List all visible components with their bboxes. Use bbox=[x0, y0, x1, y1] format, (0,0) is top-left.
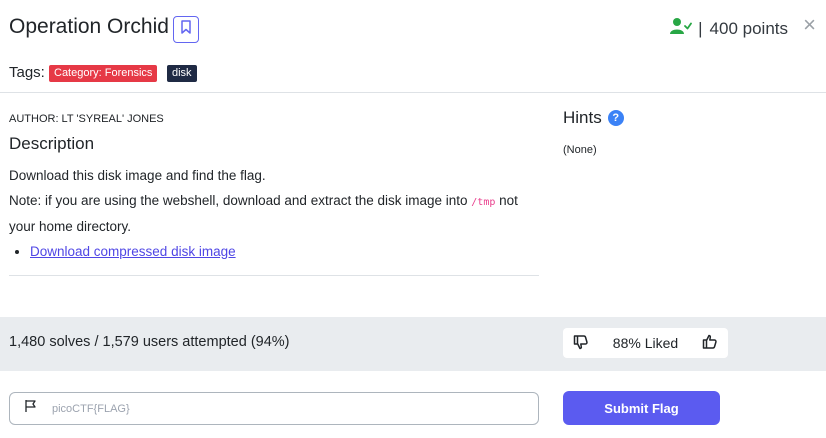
hints-content: (None) bbox=[563, 144, 597, 156]
list-item: Download compressed disk image bbox=[30, 240, 539, 265]
description-heading: Description bbox=[9, 134, 95, 153]
page-title: Operation Orchid bbox=[9, 15, 169, 38]
download-link[interactable]: Download compressed disk image bbox=[30, 244, 236, 259]
bookmark-button[interactable] bbox=[173, 16, 199, 43]
tmp-path-code: /tmp bbox=[471, 196, 496, 208]
solves-count: 1,480 solves / 1,579 users attempted (94… bbox=[9, 334, 290, 350]
challenge-header: Operation Orchid | 400 points × Tags: Ca… bbox=[0, 0, 826, 93]
tag-disk[interactable]: disk bbox=[167, 65, 197, 82]
submit-flag-button[interactable]: Submit Flag bbox=[563, 391, 720, 425]
tags-label: Tags: bbox=[9, 64, 45, 81]
help-icon[interactable]: ? bbox=[607, 110, 624, 126]
thumbs-up-icon[interactable] bbox=[702, 334, 718, 353]
points-display: | 400 points bbox=[670, 17, 788, 40]
tag-category[interactable]: Category: Forensics bbox=[49, 65, 158, 82]
like-widget: 88% Liked bbox=[563, 328, 728, 358]
close-icon[interactable]: × bbox=[803, 14, 816, 36]
stats-bar: 1,480 solves / 1,579 users attempted (94… bbox=[0, 317, 826, 371]
points-separator: | bbox=[698, 18, 703, 38]
points-value: 400 points bbox=[709, 18, 788, 38]
description-body: Download this disk image and find the fl… bbox=[9, 164, 539, 264]
author-line: AUTHOR: LT 'SYREAL' JONES bbox=[9, 113, 164, 125]
liked-percent: 88% Liked bbox=[612, 335, 679, 351]
download-list: Download compressed disk image bbox=[30, 240, 539, 265]
bookmark-icon bbox=[180, 20, 192, 39]
flag-input-group bbox=[9, 392, 539, 425]
hints-heading: Hints ? bbox=[563, 108, 624, 128]
flag-input[interactable] bbox=[52, 402, 512, 415]
user-check-icon bbox=[670, 17, 693, 40]
thumbs-down-icon[interactable] bbox=[573, 334, 589, 353]
divider bbox=[9, 275, 539, 276]
description-line-2: Note: if you are using the webshell, dow… bbox=[9, 192, 518, 235]
description-line-1: Download this disk image and find the fl… bbox=[9, 168, 266, 183]
flag-icon bbox=[24, 399, 38, 418]
